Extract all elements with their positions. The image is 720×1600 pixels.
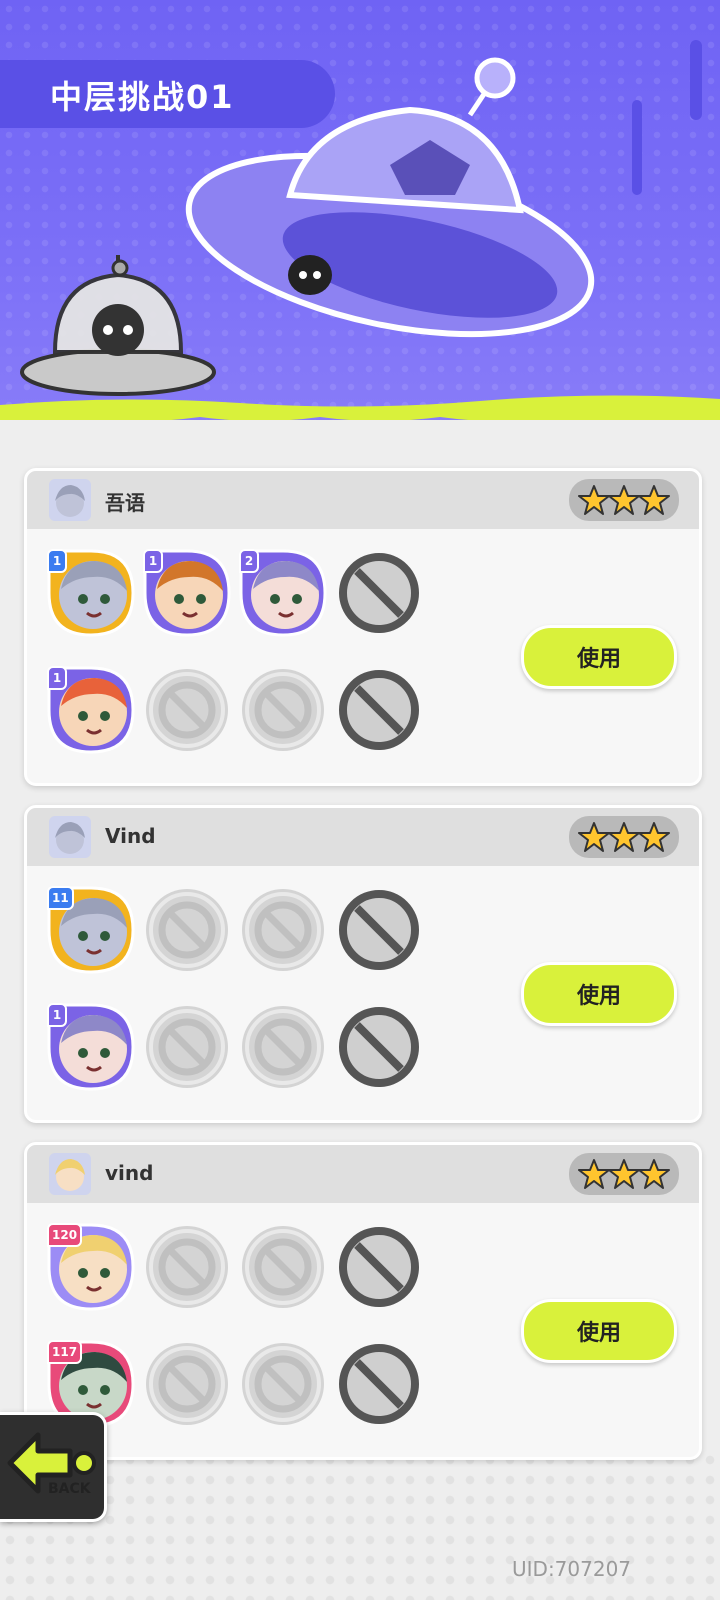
empty-slot: [239, 1003, 327, 1091]
hero-slot[interactable]: 2: [239, 549, 327, 637]
level-badge: 117: [47, 1340, 83, 1364]
use-button[interactable]: 使用: [521, 1299, 677, 1363]
star-icon: [638, 822, 670, 852]
empty-slot: [143, 666, 231, 754]
star-icon: [638, 485, 670, 515]
use-button[interactable]: 使用: [521, 625, 677, 689]
team-card: Vind 11 1 使用: [24, 805, 702, 1123]
blocked-slot-icon: [335, 1223, 423, 1311]
owner-name: vind: [105, 1161, 154, 1185]
owner-name: 吾语: [105, 491, 145, 515]
team-card-header: 吾语: [27, 471, 699, 529]
star-rating: [569, 479, 679, 521]
empty-slot: [143, 1003, 231, 1091]
back-button[interactable]: BACK: [0, 1412, 107, 1522]
owner-avatar: [49, 479, 91, 521]
empty-slot: [143, 1340, 231, 1428]
stage-title: 中层挑战01: [50, 78, 235, 116]
blocked-slot-icon: [335, 1340, 423, 1428]
hero-slot[interactable]: 1: [47, 549, 135, 637]
user-id: UID:707207: [512, 1557, 632, 1581]
hero-slot[interactable]: 1: [47, 1003, 135, 1091]
star-rating: [569, 816, 679, 858]
blocked-slot-icon: [335, 666, 423, 754]
owner-name: Vind: [105, 824, 156, 848]
empty-slot: [143, 1223, 231, 1311]
star-icon: [578, 485, 610, 515]
owner-avatar: [49, 1153, 91, 1195]
team-card-header: vind: [27, 1145, 699, 1203]
hero-slot[interactable]: 120: [47, 1223, 135, 1311]
empty-slot: [239, 886, 327, 974]
team-card-header: Vind: [27, 808, 699, 866]
star-icon: [608, 1159, 640, 1189]
empty-slot: [239, 1340, 327, 1428]
empty-slot: [239, 666, 327, 754]
star-icon: [608, 485, 640, 515]
star-rating: [569, 1153, 679, 1195]
use-button[interactable]: 使用: [521, 962, 677, 1026]
level-badge: 2: [239, 549, 259, 573]
level-badge: 1: [143, 549, 163, 573]
star-icon: [578, 822, 610, 852]
star-icon: [608, 822, 640, 852]
level-badge: 1: [47, 1003, 67, 1027]
hero-slot[interactable]: 1: [47, 666, 135, 754]
hero-slot[interactable]: 11: [47, 886, 135, 974]
empty-slot: [239, 1223, 327, 1311]
level-badge: 120: [47, 1223, 83, 1247]
level-badge: 1: [47, 666, 67, 690]
blocked-slot-icon: [335, 886, 423, 974]
team-card: vind 120 117 使用: [24, 1142, 702, 1460]
owner-avatar: [49, 816, 91, 858]
stage-banner: 中层挑战01: [0, 0, 720, 445]
hero-slot[interactable]: 1: [143, 549, 231, 637]
blocked-slot-icon: [335, 549, 423, 637]
level-badge: 11: [47, 886, 74, 910]
back-label: BACK: [48, 1481, 91, 1497]
empty-slot: [143, 886, 231, 974]
star-icon: [638, 1159, 670, 1189]
arrow-left-icon: [7, 1432, 96, 1494]
blocked-slot-icon: [335, 1003, 423, 1091]
level-badge: 1: [47, 549, 67, 573]
team-card: 吾语 1 1 2 1 使用: [24, 468, 702, 786]
star-icon: [578, 1159, 610, 1189]
stage-title-bar: 中层挑战01: [0, 60, 335, 128]
